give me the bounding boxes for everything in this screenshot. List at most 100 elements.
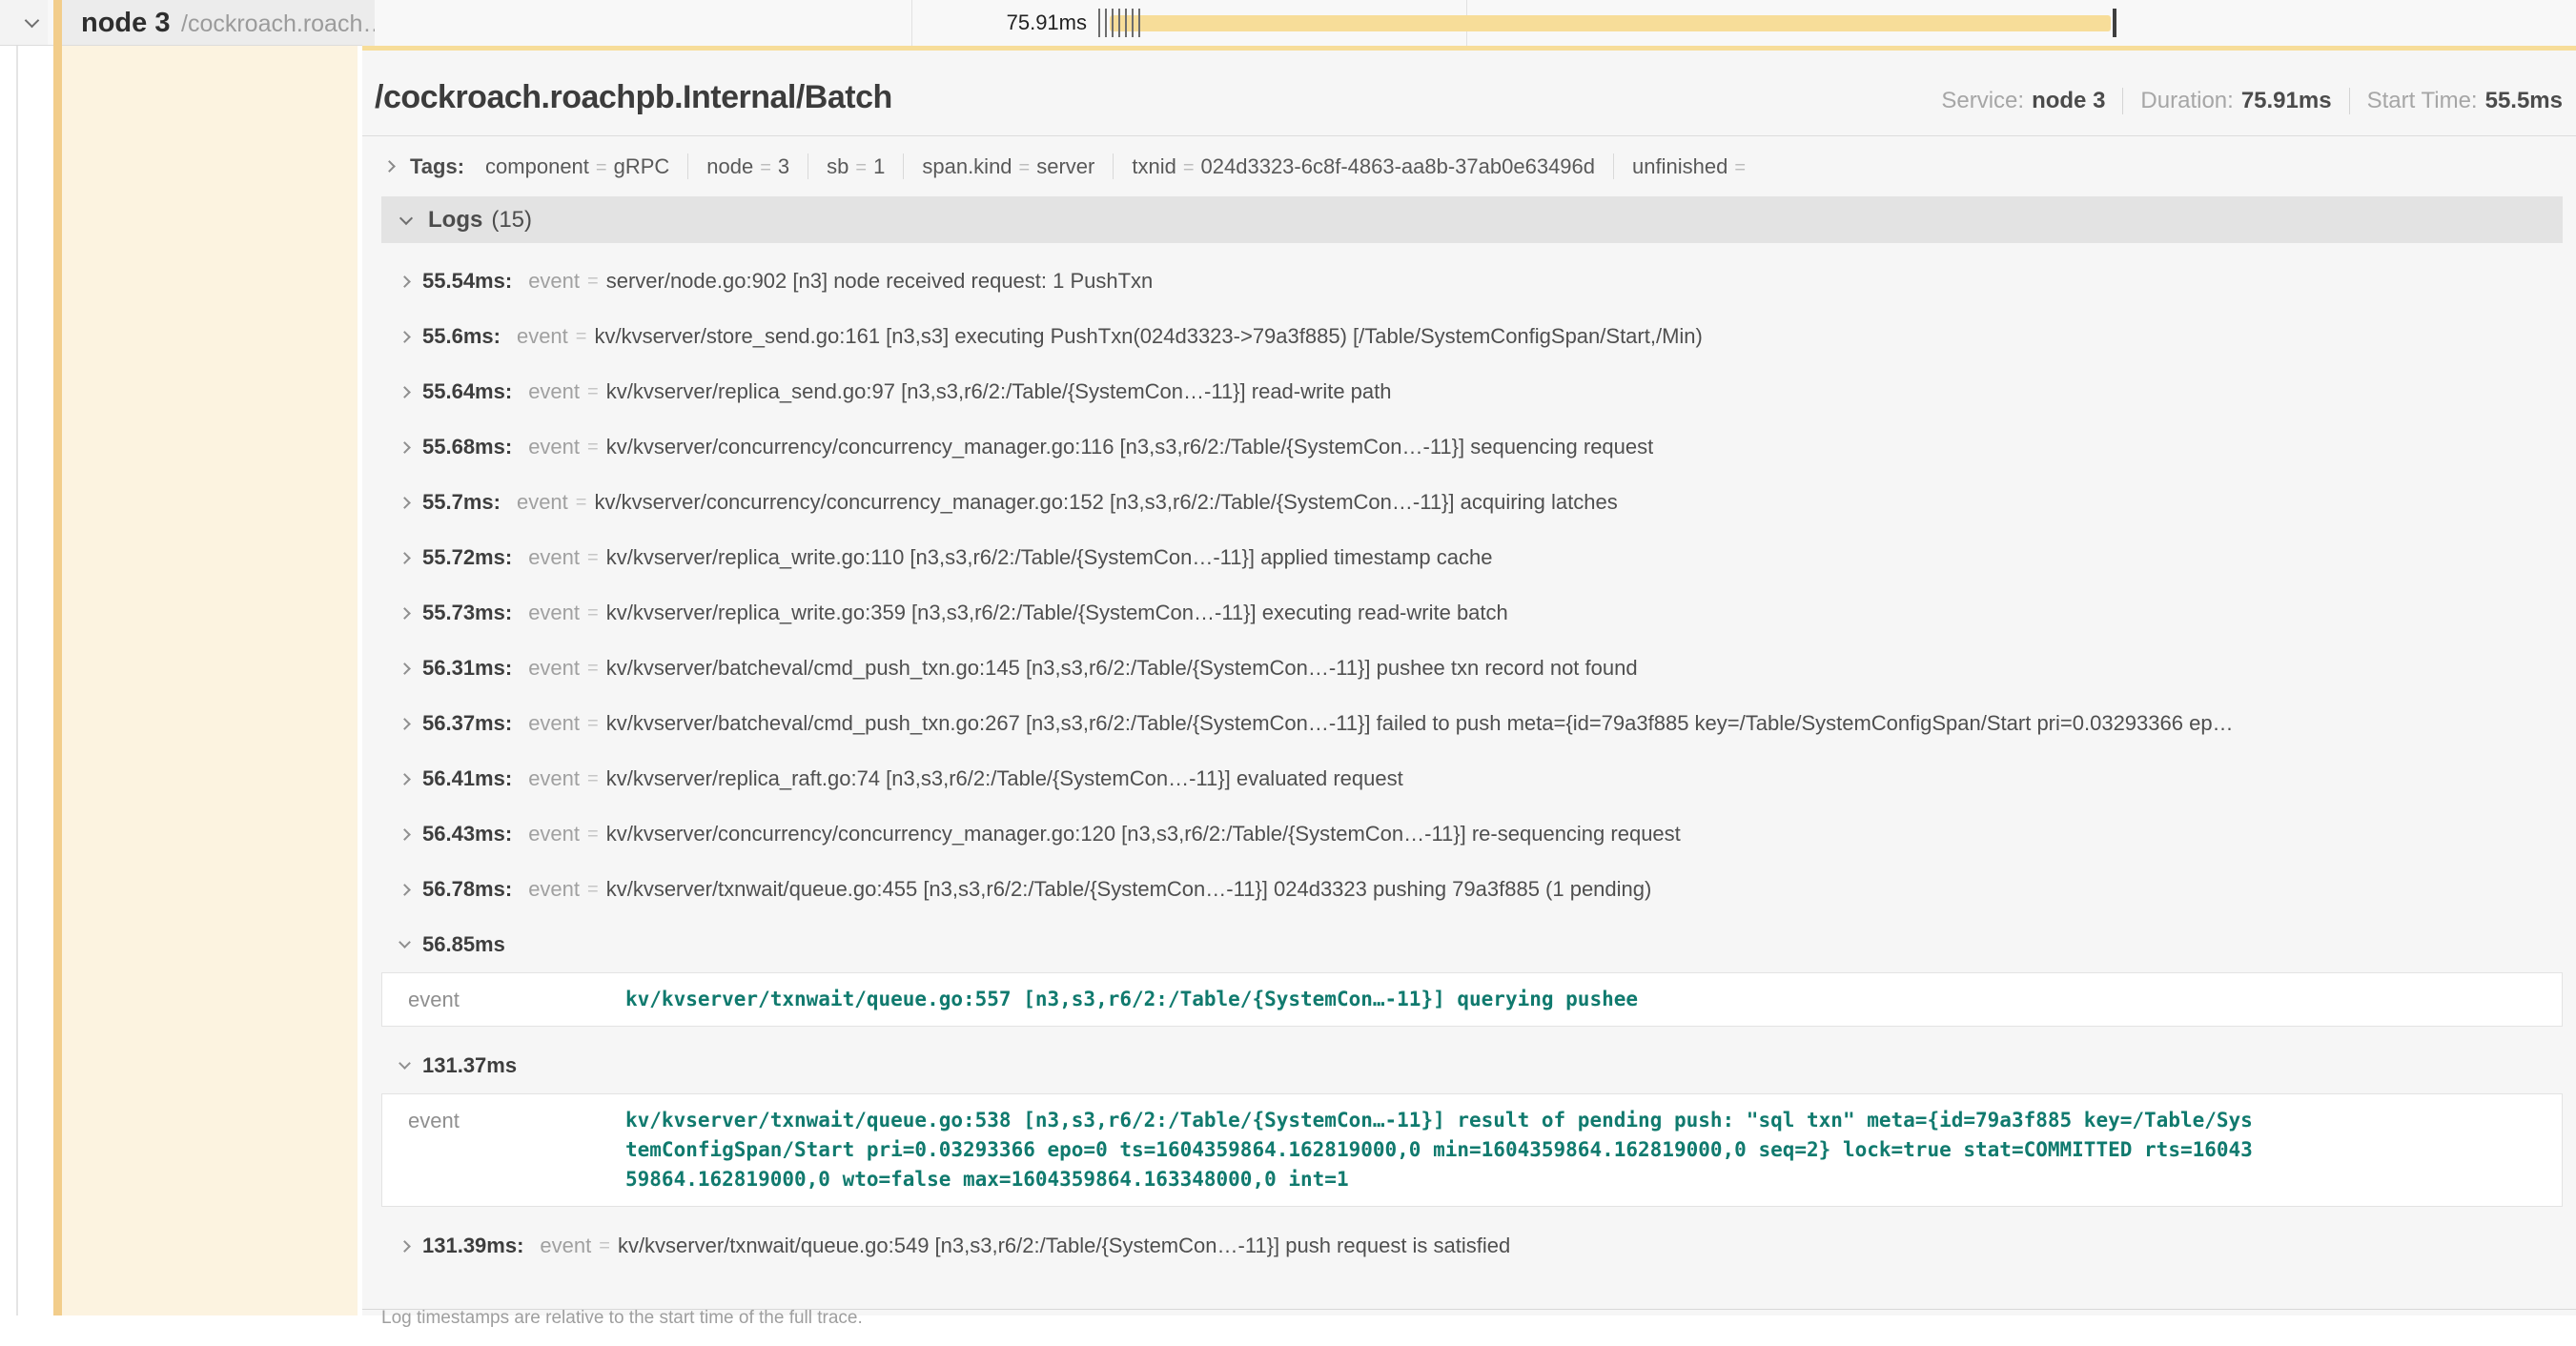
- log-message: server/node.go:902 [n3] node received re…: [606, 269, 1154, 294]
- log-row[interactable]: 131.39ms:event=kv/kvserver/txnwait/queue…: [362, 1218, 2576, 1274]
- service-value: node 3: [2032, 88, 2105, 114]
- log-equals-icon: =: [587, 381, 599, 403]
- log-detail-field-key: event: [408, 985, 625, 1014]
- tag-key: sb: [827, 154, 848, 178]
- span-end-log-tick: [2113, 9, 2116, 37]
- log-timestamp: 56.41ms:: [422, 766, 512, 791]
- log-row-chevron-icon: [399, 936, 411, 948]
- log-row[interactable]: 56.37ms:event=kv/kvserver/batcheval/cmd_…: [362, 696, 2576, 751]
- log-field-key: event: [540, 1234, 591, 1258]
- log-field-key: event: [528, 435, 580, 459]
- tags-row[interactable]: Tags: component=gRPCnode=3sb=1span.kind=…: [362, 136, 2576, 194]
- tag-value: 1: [873, 154, 885, 178]
- tag-separator: [1113, 153, 1114, 179]
- log-equals-icon: =: [587, 437, 599, 459]
- tag-equals-icon: =: [1019, 157, 1031, 178]
- log-row[interactable]: 55.72ms:event=kv/kvserver/replica_write.…: [362, 530, 2576, 585]
- log-field-key: event: [528, 877, 580, 902]
- log-equals-icon: =: [587, 879, 599, 901]
- tag-key: node: [706, 154, 753, 178]
- log-message: kv/kvserver/replica_raft.go:74 [n3,s3,r6…: [606, 766, 1403, 791]
- log-row-chevron-icon: [399, 718, 411, 730]
- log-timestamp: 56.37ms:: [422, 711, 512, 736]
- log-row-chevron-icon: [399, 552, 411, 564]
- log-row[interactable]: 55.68ms:event=kv/kvserver/concurrency/co…: [362, 419, 2576, 475]
- log-field-key: event: [517, 490, 568, 515]
- tag-equals-icon: =: [596, 157, 607, 178]
- span-title: /cockroach.roachpb.Internal/Batch: [375, 79, 892, 116]
- log-row[interactable]: 55.64ms: event = kv/kvserver/replica_send.g…: [362, 364, 2576, 419]
- log-equals-icon: =: [576, 326, 587, 348]
- log-timestamp: 55.7ms:: [422, 490, 501, 515]
- log-field-key: event: [528, 601, 580, 625]
- overview-separator: [2349, 88, 2350, 114]
- log-equals-icon: =: [587, 824, 599, 846]
- log-row[interactable]: 56.78ms:event=kv/kvserver/txnwait/queue.…: [362, 862, 2576, 917]
- span-bar[interactable]: [1110, 15, 2111, 31]
- log-timestamp: 131.37ms: [422, 1053, 517, 1078]
- log-expanded-header[interactable]: 131.37ms: [362, 1038, 2576, 1093]
- duration-label: Duration:: [2140, 88, 2233, 114]
- tag-separator: [903, 153, 904, 179]
- logs-chevron-icon: [399, 211, 413, 224]
- start-time-label: Start Time:: [2367, 88, 2478, 114]
- tag-equals-icon: =: [1183, 157, 1195, 178]
- span-color-stripe: [53, 0, 62, 1315]
- log-detail-card: eventkv/kvserver/txnwait/queue.go:557 [n…: [381, 972, 2563, 1027]
- log-timestamp: 55.6ms:: [422, 324, 501, 349]
- log-row[interactable]: 56.41ms: event = kv/kvserver/replica_raft.g…: [362, 751, 2576, 806]
- log-timestamp: 55.72ms:: [422, 545, 512, 570]
- log-row[interactable]: 55.6ms: event = kv/kvserver/store_send.go:1…: [362, 309, 2576, 364]
- logs-section-header[interactable]: Logs (15): [381, 196, 2563, 243]
- log-row-chevron-icon: [399, 497, 411, 509]
- log-field-key: event: [517, 324, 568, 349]
- log-message: kv/kvserver/concurrency/concurrency_mana…: [594, 490, 1617, 515]
- log-equals-icon: =: [587, 768, 599, 790]
- log-expanded-header[interactable]: 56.85ms: [362, 917, 2576, 972]
- tag-equals-icon: =: [760, 157, 771, 178]
- log-row-chevron-icon: [399, 275, 411, 288]
- log-row-chevron-icon: [399, 828, 411, 841]
- span-duration-label: 75.91ms: [896, 10, 1087, 35]
- logs-count: (15): [491, 207, 532, 234]
- log-field-key: event: [528, 766, 580, 791]
- tag-item: txnid=024d3323-6c8f-4863-aa8b-37ab0e6349…: [1132, 154, 1595, 179]
- log-timestamp: 55.64ms:: [422, 379, 512, 404]
- tag-item: unfinished=: [1632, 154, 1752, 179]
- log-row[interactable]: 55.73ms:event=kv/kvserver/replica_write.…: [362, 585, 2576, 641]
- log-row[interactable]: 56.31ms:event=kv/kvserver/batcheval/cmd_…: [362, 641, 2576, 696]
- span-row-gutter: [0, 0, 48, 46]
- log-equals-icon: =: [587, 713, 599, 735]
- tags-label: Tags:: [410, 154, 464, 179]
- log-timestamp: 55.54ms:: [422, 269, 512, 294]
- span-operation-name: /cockroach.roach…: [181, 10, 375, 38]
- log-timestamp: 55.68ms:: [422, 435, 512, 459]
- log-row[interactable]: 55.7ms:event=kv/kvserver/concurrency/con…: [362, 475, 2576, 530]
- log-equals-icon: =: [599, 1235, 610, 1257]
- log-timestamp: 55.73ms:: [422, 601, 512, 625]
- log-field-key: event: [528, 379, 580, 404]
- log-message: kv/kvserver/replica_send.go:97 [n3,s3,r6…: [606, 379, 1392, 404]
- log-timestamp: 131.39ms:: [422, 1234, 523, 1258]
- log-message: kv/kvserver/store_send.go:161 [n3,s3] ex…: [594, 324, 1702, 349]
- panel-bottom-border: [362, 1309, 2576, 1310]
- log-row-chevron-icon: [399, 663, 411, 675]
- tag-key: unfinished: [1632, 154, 1728, 178]
- log-message: kv/kvserver/replica_write.go:359 [n3,s3,…: [606, 601, 1508, 625]
- log-row[interactable]: 56.43ms:event=kv/kvserver/concurrency/co…: [362, 806, 2576, 862]
- log-timestamp: 56.78ms:: [422, 877, 512, 902]
- log-equals-icon: =: [587, 271, 599, 293]
- log-timestamp: 56.31ms:: [422, 656, 512, 681]
- log-row[interactable]: 55.54ms:event=server/node.go:902 [n3] no…: [362, 254, 2576, 309]
- tag-separator: [687, 153, 688, 179]
- span-bar-row[interactable]: node 3 /cockroach.roach… 75.91ms: [0, 0, 2576, 46]
- logs-footnote: Log timestamps are relative to the start…: [381, 1295, 2563, 1346]
- log-timestamp: 56.85ms: [422, 932, 505, 957]
- log-tick-marks: [1098, 9, 1142, 37]
- start-time-value: 55.5ms: [2485, 88, 2563, 114]
- duration-value: 75.91ms: [2241, 88, 2332, 114]
- log-field-key: event: [528, 711, 580, 736]
- span-name-cell[interactable]: node 3 /cockroach.roach…: [53, 0, 375, 46]
- tag-item: sb=1: [827, 154, 885, 179]
- span-detail-panel: /cockroach.roachpb.Internal/Batch Servic…: [362, 46, 2576, 1315]
